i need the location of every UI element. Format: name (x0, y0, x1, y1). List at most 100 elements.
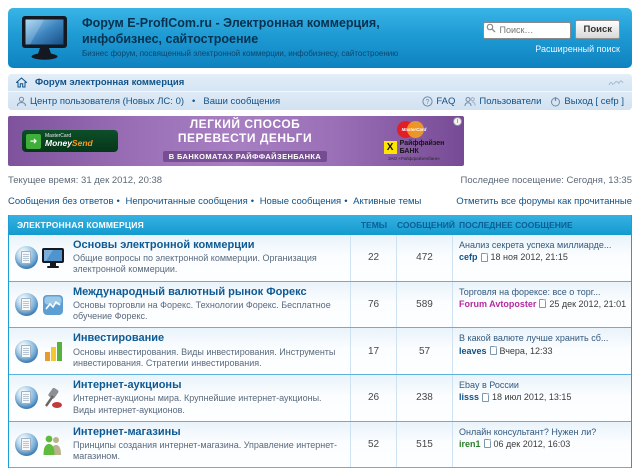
posts-count: 472 (397, 235, 453, 281)
goto-last-post-icon[interactable] (481, 253, 488, 262)
lastpost-column-header: ПОСЛЕДНЕЕ СООБЩЕНИЕ (453, 220, 631, 230)
last-post-date: 18 июл 2012, 13:15 (492, 391, 571, 403)
home-icon[interactable] (16, 77, 27, 88)
posts-count: 57 (397, 328, 453, 374)
posts-column-header: СООБЩЕНИЙ (397, 220, 453, 230)
last-post-title-link[interactable]: Онлайн консультант? Нужен ли? (459, 426, 627, 438)
topics-column-header: ТЕМЫ (351, 220, 397, 230)
forum-title-link[interactable]: Интернет-аукционы (73, 379, 344, 392)
last-post-user-link[interactable]: iren1 (459, 438, 481, 450)
raiffeisen-logo: X РайффайзенБАНК (372, 140, 456, 155)
logout-power-icon (550, 96, 561, 107)
posts-count: 589 (397, 282, 453, 328)
topics-count: 76 (351, 282, 397, 328)
goto-last-post-icon[interactable] (482, 393, 489, 402)
goto-last-post-icon[interactable] (490, 346, 497, 355)
last-post-title-link[interactable]: Анализ секрета успеха миллиарде... (459, 239, 627, 251)
last-post-title-link[interactable]: В какой валюте лучше хранить сб... (459, 332, 627, 344)
forum-status-icon (15, 293, 38, 316)
active-topics-link[interactable]: Активные темы (353, 196, 421, 207)
posts-count: 515 (397, 422, 453, 468)
forum-row: Инвестирование Основы инвестирования. Ви… (9, 327, 631, 374)
last-post-date: Вчера, 12:33 (500, 345, 553, 357)
search-icon (486, 23, 496, 33)
raiffeisen-x-icon: X (384, 141, 397, 154)
last-post-user-link[interactable]: lisss (459, 391, 479, 403)
ad-headline-line1: ЛЕГКИЙ СПОСОБ (118, 118, 372, 132)
moneysend-logo: ➜ MasterCard MoneySend (22, 130, 118, 152)
forum-table-header: ЭЛЕКТРОННАЯ КОММЕРЦИЯ ТЕМЫ СООБЩЕНИЙ ПОС… (9, 215, 631, 235)
logout-link[interactable]: Выход [ cefp ] (564, 96, 624, 107)
last-visit-text: Последнее посещение: Сегодня, 13:35 (460, 175, 632, 186)
last-post-user-link[interactable]: Forum Avtoposter (459, 298, 536, 310)
search-input[interactable] (483, 22, 571, 39)
raiffeisen-subtext: ЗАО «Райффайзенбанк» (372, 156, 456, 161)
forum-description: Интернет-аукционы мира. Крупнейшие интер… (73, 393, 344, 416)
site-logo-monitor-icon (20, 15, 70, 61)
unread-posts-link[interactable]: Непрочитанные сообщения (125, 196, 247, 207)
shoppers-icon (40, 433, 66, 457)
raiffeisen-name: Райффайзен (400, 140, 445, 147)
last-post-user-link[interactable]: leaves (459, 345, 487, 357)
user-control-panel-link[interactable]: Центр пользователя (Новых ЛС: 0) (30, 96, 184, 107)
moneysend-arrow-icon: ➜ (26, 134, 41, 149)
last-post-title-link[interactable]: Ebay в России (459, 379, 627, 391)
auction-gavel-icon (40, 386, 66, 410)
last-post-title-link[interactable]: Торговля на форексе: все о торг... (459, 286, 627, 298)
mark-forums-read-link[interactable]: Отметить все форумы как прочитанные (456, 196, 632, 207)
topics-count: 26 (351, 375, 397, 421)
faq-link[interactable]: FAQ (436, 96, 455, 107)
forum-row: Международный валютный рынок Форекс Осно… (9, 281, 631, 328)
last-post-date: 25 дек 2012, 21:01 (549, 298, 626, 310)
font-size-icon[interactable] (608, 78, 624, 87)
forum-title-link[interactable]: Международный валютный рынок Форекс (73, 286, 344, 299)
forum-status-icon (15, 386, 38, 409)
advanced-search-link[interactable]: Расширенный поиск (535, 44, 620, 54)
forum-table: ЭЛЕКТРОННАЯ КОММЕРЦИЯ ТЕМЫ СООБЩЕНИЙ ПОС… (8, 215, 632, 468)
forum-row: Интернет-магазины Принципы создания инте… (9, 421, 631, 468)
forum-status-icon (15, 340, 38, 363)
mastercard-logo: MasterCard (393, 121, 435, 138)
last-post-user-link[interactable]: cefp (459, 251, 478, 263)
advertisement-banner[interactable]: ➜ MasterCard MoneySend ЛЕГКИЙ СПОСОБ ПЕР… (8, 116, 464, 166)
current-time-text: Текущее время: 31 дек 2012, 20:38 (8, 175, 162, 186)
raiffeisen-bank-word: БАНК (400, 148, 419, 155)
unanswered-posts-link[interactable]: Сообщения без ответов (8, 196, 114, 207)
search-button[interactable]: Поиск (575, 20, 620, 39)
monitor-icon (40, 246, 66, 270)
topics-count: 17 (351, 328, 397, 374)
new-posts-link[interactable]: Новые сообщения (260, 196, 342, 207)
topics-count: 22 (351, 235, 397, 281)
last-post-date: 06 дек 2012, 16:03 (494, 438, 571, 450)
site-header: Форум E-ProfICom.ru - Электронная коммер… (8, 8, 632, 68)
faq-icon: ? (422, 96, 433, 107)
user-icon (16, 96, 27, 107)
forum-description: Основы инвестирования. Виды инвестирован… (73, 347, 344, 370)
topics-count: 52 (351, 422, 397, 468)
svg-text:?: ? (426, 99, 430, 106)
ad-subline: В БАНКОМАТАХ РАЙФФАЙЗЕНБАНКА (163, 151, 327, 162)
page: Форум E-ProfICom.ru - Электронная коммер… (8, 0, 632, 468)
forum-title-link[interactable]: Основы электронной коммерции (73, 239, 344, 252)
breadcrumb[interactable]: Форум электронная коммерция (35, 77, 184, 88)
goto-last-post-icon[interactable] (539, 299, 546, 308)
forum-description: Основы торговли на Форекс. Технологии Фо… (73, 300, 344, 323)
posts-count: 238 (397, 375, 453, 421)
forum-title-link[interactable]: Интернет-магазины (73, 426, 344, 439)
last-post-date: 18 ноя 2012, 21:15 (491, 251, 568, 263)
moneysend-product: Money (45, 138, 72, 148)
forum-row: Основы электронной коммерции Общие вопро… (9, 235, 631, 281)
ad-info-icon[interactable]: i (453, 117, 462, 126)
category-title[interactable]: ЭЛЕКТРОННАЯ КОММЕРЦИЯ (9, 220, 351, 230)
mastercard-word: MasterCard (393, 127, 435, 132)
moneysend-product-2: Send (72, 138, 93, 148)
your-posts-link[interactable]: Ваши сообщения (203, 96, 280, 107)
ad-headline-line2: ПЕРЕВЕСТИ ДЕНЬГИ (118, 132, 372, 146)
forum-status-icon (15, 433, 38, 456)
forum-row: Интернет-аукционы Интернет-аукционы мира… (9, 374, 631, 421)
forum-title-link[interactable]: Инвестирование (73, 332, 344, 345)
members-link[interactable]: Пользователи (479, 96, 541, 107)
forum-description: Общие вопросы по электронной коммерции. … (73, 253, 344, 276)
site-title[interactable]: Форум E-ProfICom.ru - Электронная коммер… (82, 16, 412, 47)
goto-last-post-icon[interactable] (484, 439, 491, 448)
